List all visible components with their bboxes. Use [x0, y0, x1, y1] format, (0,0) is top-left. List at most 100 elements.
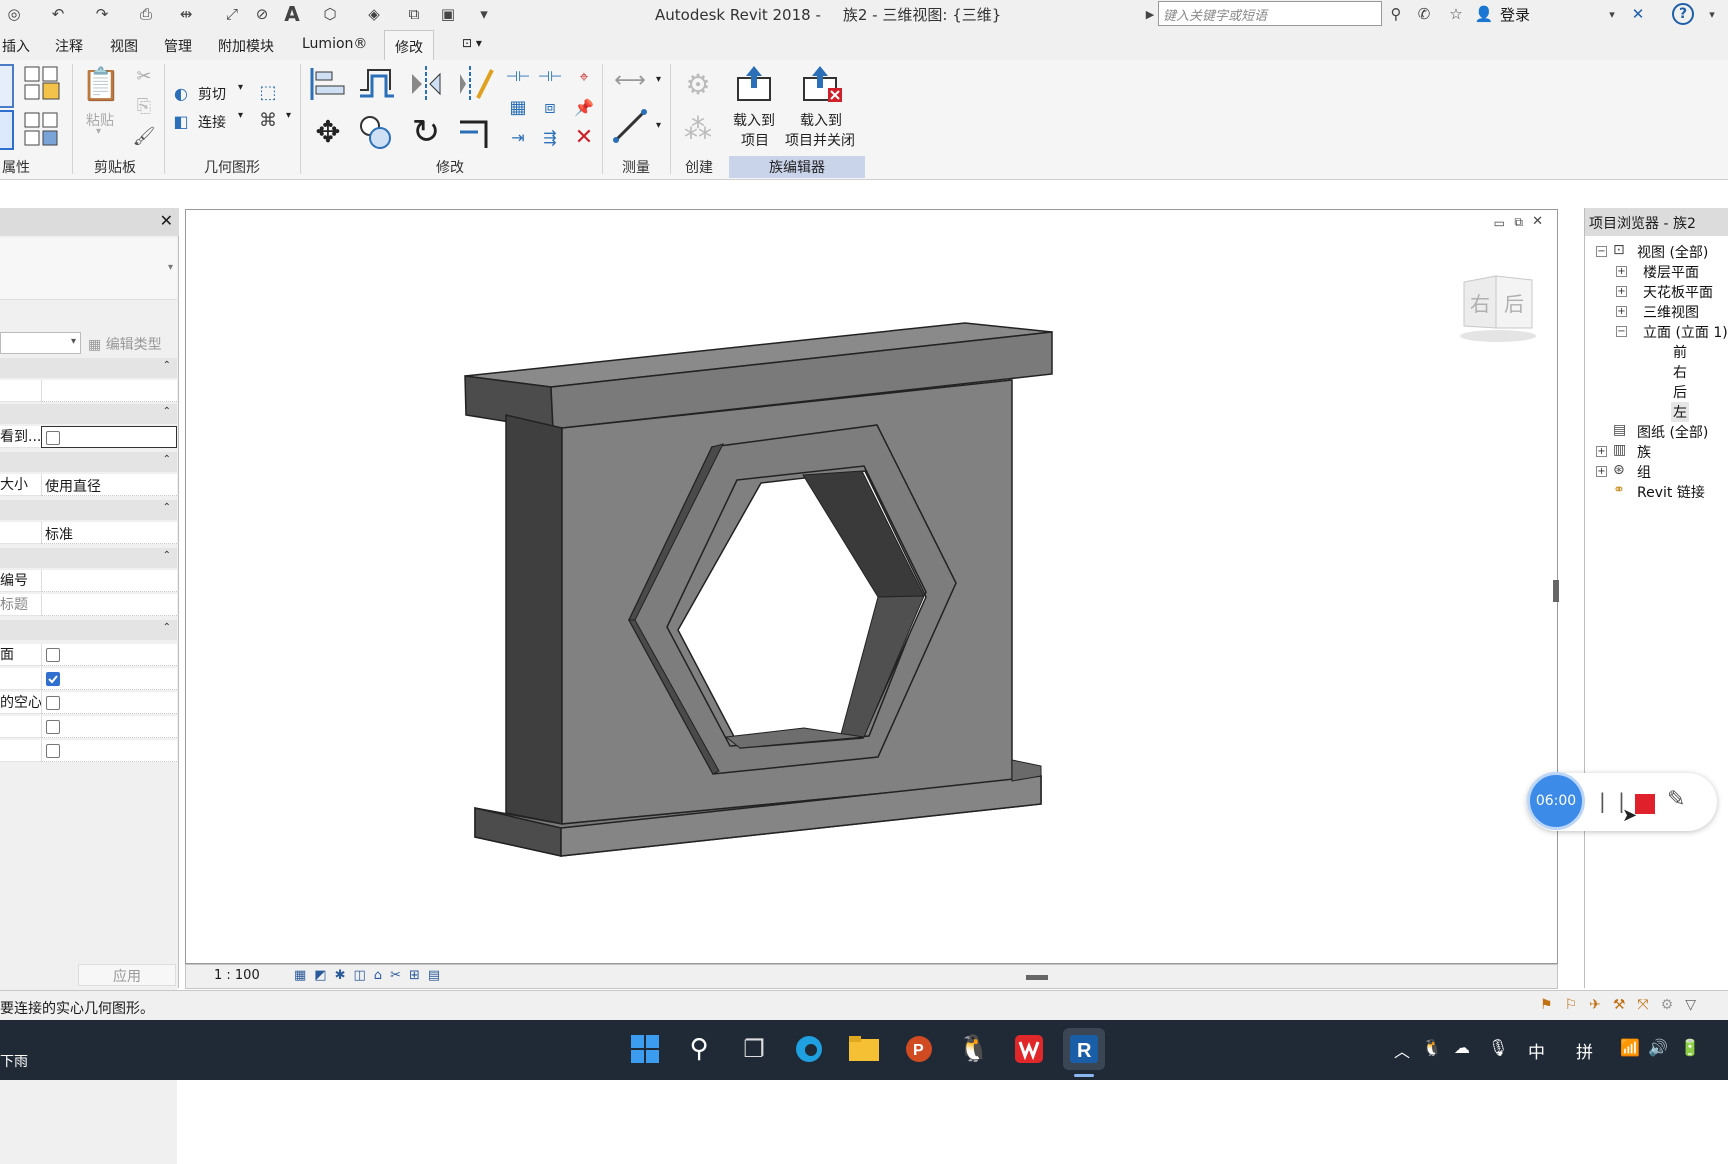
select-pinned-icon[interactable]: ✈	[1589, 997, 1613, 1013]
property-row[interactable]	[0, 740, 177, 762]
join-geometry-icon[interactable]: ◧	[170, 110, 192, 132]
property-row[interactable]: 大小 使用直径	[0, 474, 177, 496]
type-properties-icon[interactable]	[0, 110, 14, 150]
ime-name[interactable]: 拼	[1576, 1038, 1593, 1063]
favorites-icon[interactable]: ☆	[1446, 4, 1466, 24]
tree-item-right[interactable]: 右	[1673, 362, 1687, 382]
checkbox[interactable]	[46, 720, 60, 734]
copy-element-icon[interactable]	[356, 112, 396, 152]
cut-geometry-icon[interactable]: ◐	[170, 82, 192, 104]
onedrive-icon[interactable]: ☁	[1454, 1038, 1470, 1057]
join-geometry-label[interactable]: 连接	[198, 112, 226, 132]
checkbox[interactable]	[46, 431, 60, 445]
trim-extend-icon[interactable]	[456, 112, 496, 152]
unpin-icon[interactable]: ⌖	[572, 66, 596, 88]
property-row[interactable]: 标准	[0, 522, 177, 544]
crop-view-icon[interactable]: ✂	[390, 968, 409, 983]
login-dropdown-icon[interactable]: ▾	[1602, 4, 1622, 24]
tree-item-revit-links[interactable]: Revit 链接	[1637, 482, 1705, 502]
tree-item-ceiling-plans[interactable]: 天花板平面	[1643, 282, 1713, 302]
checkbox[interactable]	[46, 696, 60, 710]
load-into-project-close-icon[interactable]	[800, 64, 844, 104]
property-value[interactable]	[41, 668, 177, 690]
type-selector[interactable]: ▾	[0, 238, 177, 300]
properties-section[interactable]: ⌃	[0, 404, 177, 424]
3d-viewport[interactable]: ▭ ⧉ ✕ 右 后	[185, 209, 1559, 965]
expand-icon[interactable]: +	[1616, 266, 1627, 277]
join-dropdown-icon[interactable]: ▾	[238, 110, 243, 121]
array-icon[interactable]: ▦	[506, 96, 530, 118]
load-into-project-line2[interactable]: 项目	[741, 130, 769, 150]
tree-item-3d-views[interactable]: 三维视图	[1643, 302, 1699, 322]
properties-section[interactable]: ⌃	[0, 452, 177, 472]
apply-button[interactable]: 应用	[78, 964, 176, 986]
task-view-icon[interactable]: ❐	[733, 1028, 775, 1070]
temporary-hide-icon[interactable]: ▤	[428, 968, 448, 983]
qq-tray-icon[interactable]: 🐧	[1422, 1038, 1442, 1057]
property-value[interactable]	[41, 426, 177, 448]
redo-icon[interactable]: ↷	[92, 4, 112, 24]
panel-toggle-icon[interactable]: ⊡ ▾	[462, 36, 482, 50]
user-icon[interactable]: 👤	[1474, 4, 1494, 24]
offset-icon[interactable]	[356, 64, 396, 104]
split-dropdown-icon[interactable]: ▾	[286, 110, 291, 121]
load-into-project-line1[interactable]: 载入到	[733, 110, 775, 130]
sun-path-icon[interactable]: ✱	[335, 968, 354, 983]
split-with-gap-icon[interactable]: ⊣⊢	[538, 66, 562, 88]
measure-icon[interactable]: ⇹	[176, 4, 196, 24]
family-category-icon[interactable]	[22, 110, 62, 150]
ime-mode[interactable]: 中	[1528, 1038, 1545, 1063]
split-element-icon[interactable]: ⊣⊢	[506, 66, 530, 88]
load-into-project-icon[interactable]	[734, 64, 774, 104]
tag-icon[interactable]: ⊘	[252, 4, 272, 24]
property-value[interactable]	[41, 594, 177, 616]
properties-section[interactable]: ⌃	[0, 548, 177, 568]
checkbox[interactable]	[46, 648, 60, 662]
expand-icon[interactable]: +	[1596, 446, 1607, 457]
weather-label[interactable]: 下雨	[0, 1051, 28, 1071]
section-icon[interactable]: ◈	[364, 4, 384, 24]
delete-icon[interactable]: ✕	[572, 125, 596, 150]
vertical-scroll-thumb[interactable]	[1553, 580, 1559, 602]
mirror-pick-axis-icon[interactable]	[406, 64, 446, 104]
instance-filter-dropdown[interactable]: ▾	[0, 332, 81, 354]
horizontal-scroll-thumb[interactable]	[1026, 975, 1048, 980]
tree-item-families[interactable]: 族	[1637, 442, 1651, 462]
drag-elements-icon[interactable]: ⤧	[1637, 997, 1660, 1013]
cut-icon[interactable]: ✂	[132, 64, 156, 88]
tree-item-groups[interactable]: 组	[1637, 462, 1651, 482]
3d-model[interactable]	[186, 210, 1559, 965]
edge-icon[interactable]	[788, 1028, 830, 1070]
tab-manage[interactable]: 管理	[164, 36, 192, 56]
tab-lumion[interactable]: Lumion®	[302, 36, 367, 52]
load-into-project-close-line2[interactable]: 项目并关闭	[785, 130, 855, 150]
tree-item-back[interactable]: 后	[1673, 382, 1687, 402]
rotate-icon[interactable]: ↻	[406, 112, 446, 152]
property-row[interactable]: 标题	[0, 594, 177, 616]
checkbox-checked[interactable]	[46, 672, 60, 686]
checkbox[interactable]	[46, 744, 60, 758]
align-icon[interactable]	[308, 64, 348, 104]
visual-style-icon[interactable]: ◩	[314, 968, 334, 983]
help-dropdown-icon[interactable]: ▾	[1702, 4, 1722, 24]
property-value[interactable]	[41, 740, 177, 762]
help-button[interactable]: ?	[1672, 3, 1694, 25]
match-properties-icon[interactable]: 🖌	[132, 124, 156, 148]
tree-item-front[interactable]: 前	[1673, 342, 1687, 362]
property-value[interactable]: 标准	[41, 522, 177, 544]
start-button[interactable]	[624, 1028, 666, 1070]
pen-icon[interactable]: ✎	[1667, 787, 1685, 812]
trim-single-icon[interactable]: ⇥	[506, 126, 530, 148]
tab-modify[interactable]: 修改	[384, 30, 434, 60]
tree-item-sheets[interactable]: 图纸 (全部)	[1637, 422, 1708, 442]
measure-distance-icon[interactable]	[610, 106, 650, 146]
property-value[interactable]	[41, 644, 177, 666]
property-row[interactable]	[0, 716, 177, 738]
search-icon[interactable]: ⚲	[678, 1028, 720, 1070]
tree-item-views[interactable]: 视图 (全部)	[1637, 242, 1708, 262]
tree-item-elevations[interactable]: 立面 (立面 1)	[1643, 322, 1728, 342]
tree-item-floor-plans[interactable]: 楼层平面	[1643, 262, 1699, 282]
property-row[interactable]	[0, 668, 177, 690]
properties-section[interactable]: ⌃	[0, 358, 177, 378]
app-menu-icon[interactable]: ◎	[4, 4, 24, 24]
